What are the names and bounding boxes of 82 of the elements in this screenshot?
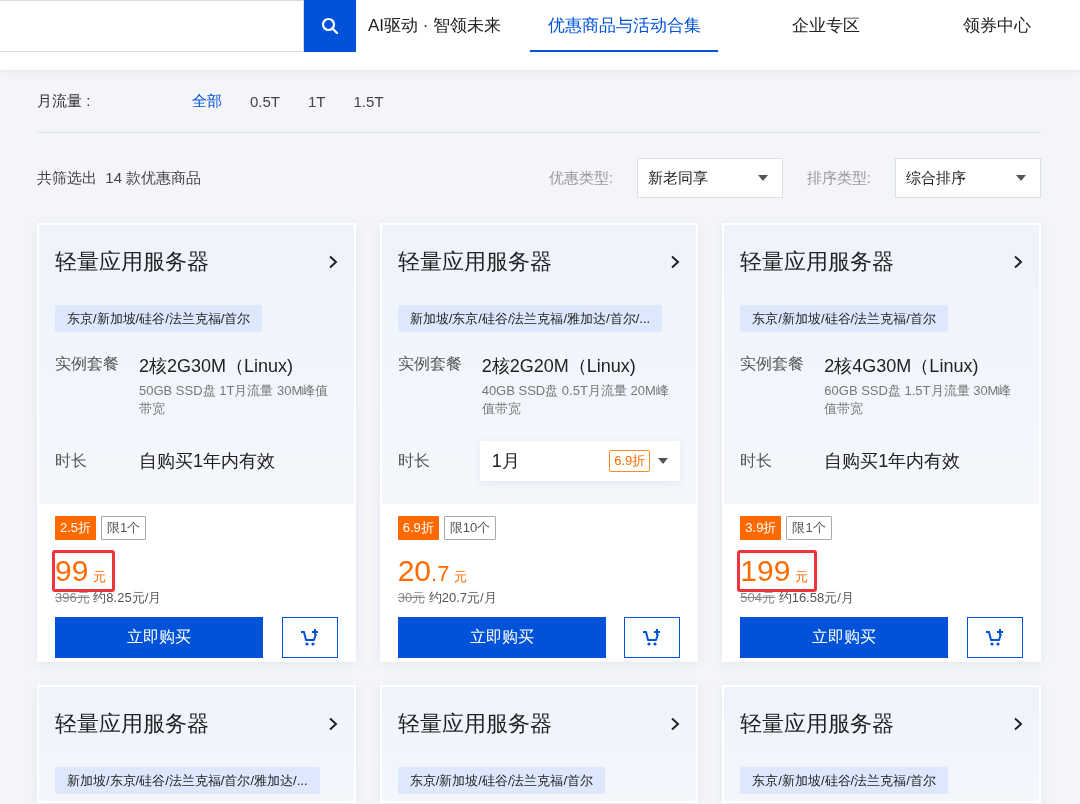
spec-detail: 60GB SSD盘 1.5T月流量 30M峰值带宽	[824, 382, 1013, 418]
spec-name: 2核4G30M（Linux)	[824, 355, 980, 378]
spec-label: 实例套餐	[55, 354, 120, 374]
card-title: 轻量应用服务器	[740, 248, 895, 276]
spec-detail: 50GB SSD盘 1T月流量 30M峰值带宽	[139, 382, 330, 418]
caret-down-icon	[658, 458, 669, 464]
limit-badge: 限1个	[101, 516, 147, 540]
chevron-right-icon[interactable]	[1013, 717, 1023, 731]
chevron-right-icon[interactable]	[327, 717, 338, 731]
monthly-price: 约20.7元/月	[428, 590, 497, 605]
card-title: 轻量应用服务器	[55, 248, 209, 276]
caret-down-icon	[1016, 175, 1026, 181]
nav-tab[interactable]: AI驱动 · 智领未来	[368, 0, 518, 52]
search-icon	[321, 17, 339, 35]
price-value: 199	[740, 553, 791, 589]
select-label: 排序类型:	[806, 168, 871, 188]
original-price: 30元	[397, 590, 426, 605]
duration-label: 时长	[55, 450, 88, 471]
chevron-right-icon[interactable]	[670, 717, 681, 731]
result-count: 共筛选出 14 款优惠商品	[37, 168, 203, 188]
chevron-right-icon[interactable]	[670, 255, 681, 269]
chevron-right-icon[interactable]	[327, 255, 338, 269]
chevron-right-icon[interactable]	[1013, 255, 1023, 269]
duration-label: 时长	[740, 450, 774, 471]
cart-icon	[642, 628, 663, 647]
limit-badge: 限10个	[443, 516, 497, 540]
buy-button[interactable]: 立即购买	[740, 617, 949, 658]
price-unit: 元	[93, 568, 107, 586]
card-title: 轻量应用服务器	[740, 710, 895, 738]
nav-tab[interactable]: 优惠商品与活动合集	[530, 0, 718, 52]
add-to-cart-button[interactable]	[967, 617, 1023, 658]
discount-badge: 6.9折	[609, 450, 651, 472]
select-label: 优惠类型:	[548, 168, 613, 188]
region-tag: 新加坡/东京/硅谷/法兰克福/雅加达/首尔/...	[397, 305, 663, 332]
nav-tab[interactable]: 领券中心	[922, 0, 1072, 52]
discount-badge: 2.5折	[55, 516, 97, 540]
price-value: 20	[397, 553, 432, 589]
duration-dropdown[interactable]: 1月 6.9折	[479, 441, 681, 481]
filter-option[interactable]: 0.5T	[250, 92, 280, 110]
caret-down-icon	[757, 175, 768, 181]
add-to-cart-button[interactable]	[624, 617, 681, 658]
limit-badge: 限1个	[786, 516, 832, 540]
discount-badge: 3.9折	[740, 516, 782, 540]
filter-label: 月流量 :	[37, 91, 92, 111]
spec-label: 实例套餐	[740, 354, 806, 374]
monthly-price: 约16.58元/月	[778, 590, 854, 605]
price-decimal: .7	[431, 561, 450, 587]
card-title: 轻量应用服务器	[55, 710, 209, 738]
duration-label: 时长	[397, 450, 431, 471]
spec-name: 2核2G30M（Linux)	[139, 355, 295, 378]
duration-value: 自购买1年内有效	[824, 450, 961, 473]
nav-tab[interactable]: 企业专区	[764, 0, 888, 52]
search-button[interactable]	[304, 0, 356, 52]
filter-option[interactable]: 1.5T	[353, 92, 384, 110]
original-price: 504元	[740, 590, 776, 605]
filter-option[interactable]: 1T	[308, 92, 326, 110]
region-tag: 新加坡/东京/硅谷/法兰克福/首尔/雅加达/...	[55, 767, 320, 794]
price-unit: 元	[795, 568, 809, 586]
discount-badge: 6.9折	[397, 516, 439, 540]
monthly-price: 约8.25元/月	[93, 590, 162, 605]
region-tag: 东京/新加坡/硅谷/法兰克福/首尔	[740, 767, 948, 794]
search-field[interactable]	[0, 0, 304, 52]
buy-button[interactable]: 立即购买	[397, 617, 606, 658]
price-unit: 元	[454, 568, 468, 586]
original-price: 396元	[55, 590, 90, 605]
cart-icon	[985, 628, 1005, 647]
duration-value: 自购买1年内有效	[139, 450, 275, 473]
region-tag: 东京/新加坡/硅谷/法兰克福/首尔	[55, 305, 263, 332]
dropdown[interactable]: 综合排序	[895, 158, 1041, 198]
buy-button[interactable]: 立即购买	[55, 617, 263, 658]
price-value: 99	[55, 553, 89, 589]
card-title: 轻量应用服务器	[397, 710, 552, 738]
spec-name: 2核2G20M（Linux)	[481, 355, 637, 378]
dropdown[interactable]: 新老同享	[636, 158, 783, 198]
filter-option[interactable]: 全部	[192, 91, 222, 111]
spec-detail: 40GB SSD盘 0.5T月流量 20M峰值带宽	[481, 382, 670, 418]
add-to-cart-button[interactable]	[281, 617, 338, 658]
spec-label: 实例套餐	[397, 354, 463, 374]
region-tag: 东京/新加坡/硅谷/法兰克福/首尔	[397, 767, 606, 794]
region-tag: 东京/新加坡/硅谷/法兰克福/首尔	[740, 305, 948, 332]
cart-icon	[299, 628, 320, 647]
card-title: 轻量应用服务器	[397, 248, 552, 276]
